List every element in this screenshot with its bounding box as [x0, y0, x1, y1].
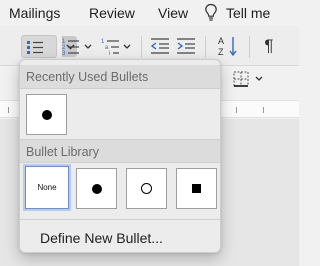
- bulb-icon[interactable]: [204, 3, 218, 22]
- decrease-indent-button[interactable]: [150, 37, 170, 55]
- borders-button[interactable]: [231, 69, 267, 89]
- square-bullet-icon: [192, 184, 201, 193]
- svg-text:3: 3: [62, 51, 66, 57]
- svg-text:i: i: [109, 51, 110, 57]
- ruler-tick: [263, 107, 264, 113]
- bullets-dropdown-menu: Recently Used Bullets Bullet Library Non…: [19, 59, 221, 253]
- toolbar-separator: [141, 36, 142, 58]
- show-formatting-button[interactable]: ¶: [259, 35, 279, 57]
- bullet-square-option[interactable]: [176, 168, 217, 209]
- numbering-button[interactable]: 1 2 3: [61, 35, 95, 58]
- bullet-circle-option[interactable]: [126, 168, 167, 209]
- menu-divider: [20, 219, 220, 220]
- bullet-library-header: Bullet Library: [20, 139, 220, 163]
- disc-bullet-icon: [41, 109, 52, 120]
- disc-bullet-icon: [91, 183, 102, 194]
- borders-icon: [233, 71, 263, 87]
- pilcrow-icon: ¶: [264, 36, 274, 55]
- tell-me-search[interactable]: Tell me: [226, 5, 270, 21]
- tab-mailings[interactable]: Mailings: [9, 5, 60, 21]
- bullets-icon: [27, 41, 43, 54]
- ribbon-tab-bar: Mailings Review View Tell me: [0, 0, 299, 26]
- none-label: None: [37, 183, 57, 192]
- circle-bullet-icon: [141, 183, 152, 194]
- ruler-tick: [8, 107, 9, 113]
- svg-text:Z: Z: [218, 47, 224, 57]
- tab-view[interactable]: View: [158, 5, 188, 21]
- define-new-bullet-item[interactable]: Define New Bullet...: [20, 227, 220, 249]
- ruler-tick: [236, 107, 237, 113]
- recently-used-bullets-header: Recently Used Bullets: [20, 65, 220, 89]
- toolbar-separator: [249, 36, 250, 58]
- multilevel-list-icon: 1 a i: [101, 39, 131, 57]
- increase-indent-button[interactable]: [176, 37, 196, 55]
- tab-review[interactable]: Review: [89, 5, 135, 21]
- increase-indent-icon: [177, 38, 195, 54]
- recent-bullet-disc[interactable]: [26, 94, 67, 135]
- bullet-none-option[interactable]: None: [25, 166, 69, 209]
- sort-button[interactable]: A Z: [217, 34, 239, 58]
- bullets-button[interactable]: [21, 35, 77, 58]
- multilevel-list-button[interactable]: 1 a i: [100, 35, 134, 58]
- bullet-disc-option[interactable]: [76, 168, 117, 209]
- numbering-icon: 1 2 3: [62, 39, 92, 57]
- sort-icon: A Z: [218, 36, 237, 57]
- decrease-indent-icon: [150, 38, 169, 54]
- toolbar-separator: [205, 36, 206, 58]
- svg-text:A: A: [218, 36, 224, 46]
